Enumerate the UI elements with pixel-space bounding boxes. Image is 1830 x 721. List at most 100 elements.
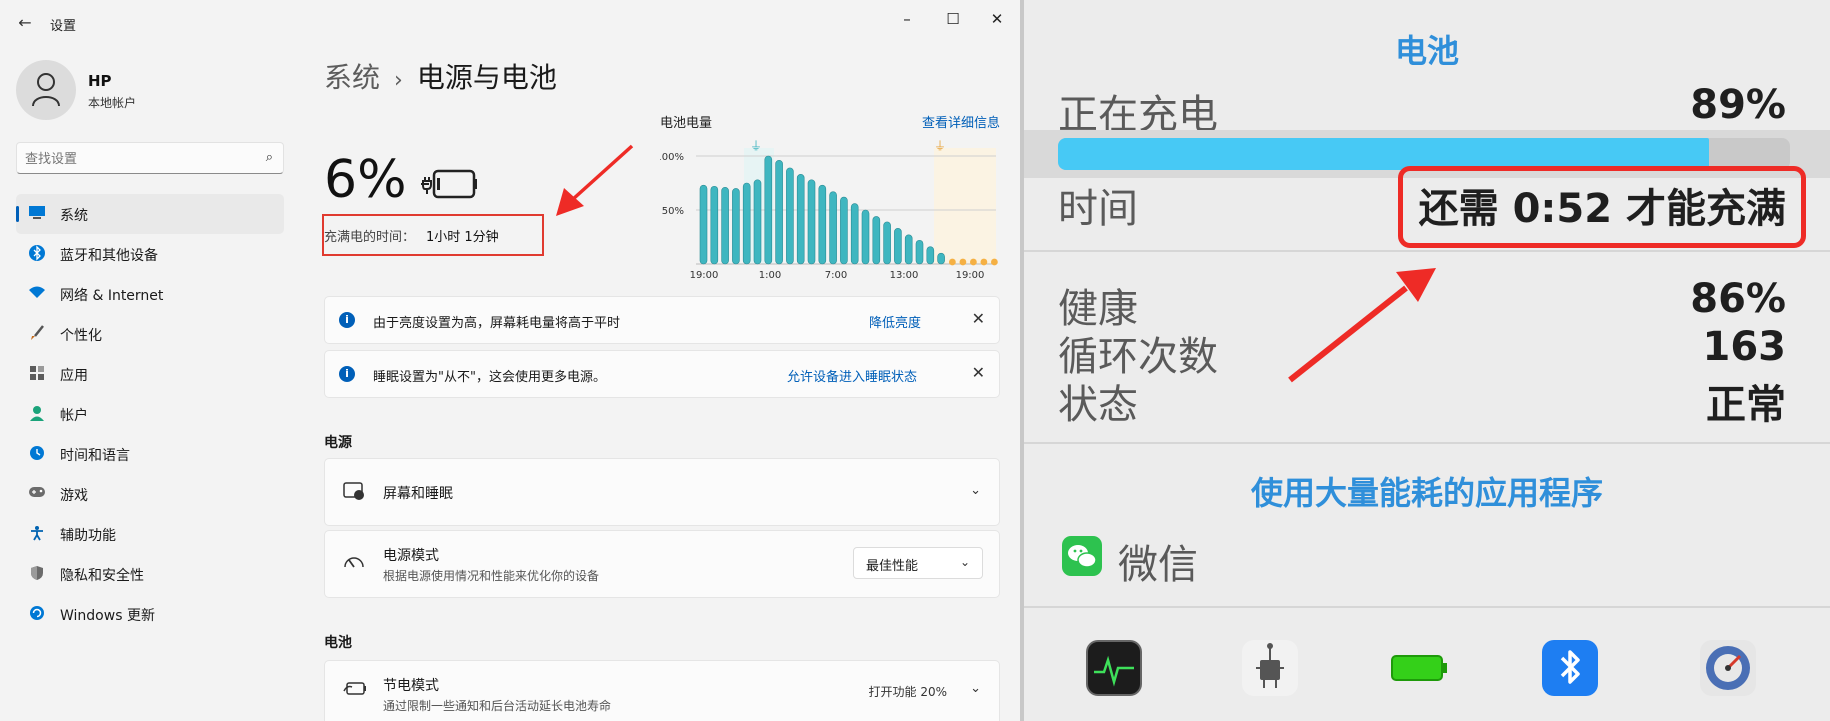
battery-bar (775, 160, 783, 265)
windows-settings-window: ← 设置 – ☐ ✕ HP 本地帐户 ⌕ 系统 蓝牙和其他设备 (0, 0, 1020, 721)
battery-charging-icon (421, 169, 477, 199)
x-tick-label: 7:00 (825, 270, 847, 281)
chevron-down-icon[interactable]: ⌄ (970, 483, 981, 498)
forecast-region (934, 148, 996, 264)
sidebar-item-privacy[interactable]: 隐私和安全性 (16, 554, 284, 594)
battery-saver-card[interactable]: 节电模式 通过限制一些通知和后台活动延长电池寿命 打开功能 20% ⌄ (324, 660, 1000, 721)
sidebar: HP 本地帐户 ⌕ 系统 蓝牙和其他设备 网络 & Internet 个性化 (0, 46, 300, 721)
time-label: 时间 (1058, 186, 1138, 232)
bluetooth-icon[interactable] (1542, 640, 1598, 696)
status-label: 状态 (1058, 382, 1138, 428)
chevron-down-icon[interactable]: ⌄ (970, 681, 981, 696)
power-mode-value: 最佳性能 (866, 559, 919, 574)
power-mode-icon (343, 553, 365, 576)
bluetooth-icon (28, 245, 46, 263)
lower-brightness-link[interactable]: 降低亮度 (869, 312, 921, 331)
battery-bar (710, 185, 719, 265)
title-bar: ← 设置 – ☐ ✕ (0, 0, 1020, 46)
sidebar-item-label: 时间和语言 (60, 448, 130, 464)
forecast-point (959, 258, 967, 266)
sidebar-item-personalization[interactable]: 个性化 (16, 314, 284, 354)
card-title: 屏幕和睡眠 (383, 486, 453, 502)
annotation-arrow (1288, 268, 1436, 383)
window-title: 设置 (50, 19, 77, 34)
notification-text: 由于亮度设置为高，屏幕耗电量将高于平时 (373, 316, 621, 331)
battery-bar (818, 184, 827, 265)
sidebar-item-system[interactable]: 系统 (16, 194, 284, 234)
breadcrumb-parent[interactable]: 系统 (324, 61, 380, 94)
sidebar-item-label: 系统 (60, 208, 88, 224)
x-tick-label: 19:00 (690, 270, 719, 281)
wechat-icon[interactable] (1062, 536, 1102, 576)
sidebar-item-label: 帐户 (60, 408, 88, 424)
back-arrow-icon[interactable]: ← (14, 12, 36, 34)
annotation-arrow (556, 144, 634, 216)
battery-bar (861, 209, 870, 265)
battery-bar (850, 203, 859, 265)
view-details-link[interactable]: 查看详细信息 (922, 112, 1000, 131)
search-icon[interactable]: ⌕ (266, 150, 273, 165)
accessibility-icon (28, 525, 46, 543)
forecast-point (991, 258, 998, 266)
breadcrumb: 系统 › 电源与电池 (324, 56, 557, 96)
search-box[interactable]: ⌕ (16, 142, 284, 174)
wifi-icon (28, 285, 46, 303)
sidebar-item-network[interactable]: 网络 & Internet (16, 274, 284, 314)
battery-bar (807, 179, 816, 265)
battery-bar (840, 196, 848, 265)
sidebar-item-windows-update[interactable]: Windows 更新 (16, 594, 284, 634)
user-icon (32, 73, 60, 107)
battery-heading: 电池 (1394, 32, 1459, 70)
disk-diag-icon[interactable] (1700, 640, 1756, 696)
battery-level-chart: 100% 50% ⏚ ⏚ 19:00 1:00 7:00 13:00 19:00 (660, 139, 998, 281)
activity-monitor-icon[interactable] (1086, 640, 1142, 696)
sidebar-item-apps[interactable]: 应用 (16, 354, 284, 394)
allow-sleep-link[interactable]: 允许设备进入睡眠状态 (787, 366, 917, 385)
info-icon: i (339, 366, 355, 382)
card-title: 电源模式 (383, 548, 439, 564)
battery-bar (732, 188, 740, 265)
sidebar-item-gaming[interactable]: 游戏 (16, 474, 284, 514)
card-title: 节电模式 (383, 678, 439, 694)
close-icon[interactable]: ✕ (972, 309, 985, 328)
sidebar-item-accessibility[interactable]: 辅助功能 (16, 514, 284, 554)
screen-sleep-card[interactable]: 屏幕和睡眠 ⌄ (324, 458, 1000, 526)
apps-icon (28, 365, 46, 383)
battery-bar (742, 182, 751, 265)
battery-bar (753, 179, 762, 265)
battery-icon[interactable] (1390, 640, 1447, 696)
forecast-point (980, 258, 988, 266)
sidebar-item-bluetooth[interactable]: 蓝牙和其他设备 (16, 234, 284, 274)
close-button[interactable]: ✕ (974, 4, 1020, 34)
battery-bar (904, 234, 913, 265)
sidebar-item-accounts[interactable]: 帐户 (16, 394, 284, 434)
search-input[interactable] (25, 149, 245, 169)
x-tick-label: 13:00 (890, 270, 919, 281)
system-info-icon[interactable] (1242, 640, 1298, 696)
avatar[interactable] (16, 60, 76, 120)
health-value: 86% (1690, 276, 1786, 322)
plug-icon: ⏚ (750, 139, 762, 153)
app-name[interactable]: 微信 (1118, 532, 1198, 590)
battery-bar (796, 174, 805, 265)
power-mode-card: 电源模式 根据电源使用情况和性能来优化你的设备 最佳性能 ⌄ (324, 530, 1000, 598)
unplug-icon: ⏚ (934, 139, 946, 153)
account-type: 本地帐户 (88, 96, 137, 110)
globe-clock-icon (28, 445, 46, 463)
battery-bar (883, 221, 891, 265)
mac-battery-panel: 电池 正在充电 89% 时间 还需 0:52 才能充满 健康 86% 循环次数 … (1024, 0, 1830, 721)
close-icon[interactable]: ✕ (972, 363, 985, 382)
maximize-button[interactable]: ☐ (930, 4, 976, 34)
minimize-button[interactable]: – (884, 4, 930, 34)
power-mode-select[interactable]: 最佳性能 ⌄ (853, 547, 983, 579)
battery-bar (829, 191, 837, 265)
sidebar-item-time-language[interactable]: 时间和语言 (16, 434, 284, 474)
page-title: 电源与电池 (416, 61, 557, 94)
charge-time-value: 1小时 1分钟 (426, 230, 499, 245)
brush-icon (28, 325, 46, 343)
battery-bar (937, 252, 945, 265)
battery-bar (926, 246, 935, 265)
battery-bar (786, 167, 794, 265)
section-battery: 电池 (324, 635, 352, 651)
divider (1024, 442, 1830, 444)
